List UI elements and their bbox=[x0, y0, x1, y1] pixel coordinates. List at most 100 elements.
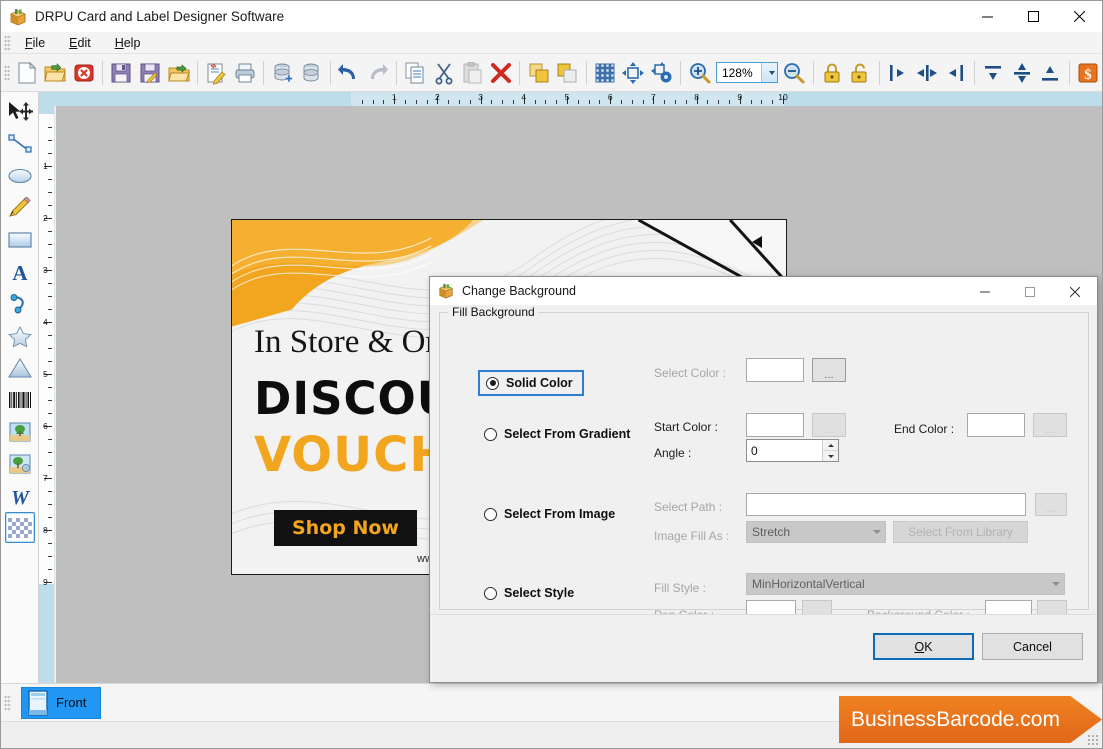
align-middle-icon[interactable] bbox=[1008, 58, 1035, 88]
align-center-horizontal-icon[interactable] bbox=[913, 58, 940, 88]
menu-edit[interactable]: Edit bbox=[57, 34, 103, 52]
ruler-minor-tick bbox=[556, 100, 558, 104]
toolbar-grip-handle[interactable] bbox=[4, 64, 11, 81]
toolbar-separator bbox=[395, 60, 397, 85]
paste-icon[interactable] bbox=[459, 58, 486, 88]
select-color-browse-button[interactable]: ... bbox=[812, 358, 846, 382]
ok-button[interactable]: OK bbox=[873, 633, 974, 660]
watermark-tool[interactable] bbox=[5, 448, 35, 479]
align-top-icon[interactable] bbox=[980, 58, 1007, 88]
ellipse-tool[interactable] bbox=[5, 160, 35, 191]
select-move-tool[interactable] bbox=[5, 96, 35, 127]
copy-icon[interactable] bbox=[402, 58, 429, 88]
zoom-level-combo[interactable]: 128% bbox=[715, 62, 778, 83]
start-color-swatch[interactable] bbox=[746, 413, 804, 437]
radio-image-label: Select From Image bbox=[504, 507, 616, 521]
dialog-maximize-button[interactable] bbox=[1007, 277, 1052, 306]
chevron-down-icon[interactable] bbox=[760, 63, 777, 82]
window-resize-grip[interactable] bbox=[1087, 734, 1099, 746]
print-icon[interactable] bbox=[232, 58, 259, 88]
radio-select-from-image[interactable]: Select From Image bbox=[484, 507, 615, 521]
card-shop-now-button[interactable]: Shop Now bbox=[274, 510, 417, 546]
chevron-down-icon[interactable] bbox=[868, 530, 885, 534]
cut-scissors-icon[interactable] bbox=[430, 58, 457, 88]
menu-file[interactable]: File bbox=[13, 34, 57, 52]
vertical-ruler[interactable]: 1 2 3 4 5 6 7 8 9 bbox=[39, 106, 55, 683]
radio-select-from-gradient[interactable]: Select From Gradient bbox=[484, 427, 630, 441]
bring-to-front-icon[interactable] bbox=[525, 58, 552, 88]
database-icon[interactable] bbox=[298, 58, 325, 88]
save-as-icon[interactable] bbox=[137, 58, 164, 88]
rectangle-tool[interactable] bbox=[5, 224, 35, 255]
text-tool[interactable]: A bbox=[5, 256, 35, 287]
redo-icon[interactable] bbox=[364, 58, 391, 88]
angle-spinner[interactable]: 0 bbox=[746, 439, 839, 462]
maximize-button[interactable] bbox=[1010, 1, 1056, 32]
minimize-button[interactable] bbox=[964, 1, 1010, 32]
image-fill-as-combo[interactable]: Stretch bbox=[746, 521, 886, 543]
delete-x-icon[interactable] bbox=[488, 58, 515, 88]
currency-icon[interactable]: $ bbox=[1074, 58, 1101, 88]
zoom-out-icon[interactable] bbox=[781, 58, 808, 88]
move-object-icon[interactable] bbox=[620, 58, 647, 88]
image-tool[interactable] bbox=[5, 416, 35, 447]
save-icon[interactable] bbox=[108, 58, 135, 88]
align-right-icon[interactable] bbox=[942, 58, 969, 88]
fill-style-combo[interactable]: MinHorizontalVertical bbox=[746, 573, 1065, 595]
radio-select-style[interactable]: Select Style bbox=[484, 586, 574, 600]
grid-icon[interactable] bbox=[591, 58, 618, 88]
dialog-minimize-button[interactable] bbox=[962, 277, 1007, 306]
dialog-title: Change Background bbox=[462, 284, 576, 298]
ruler-minor-tick bbox=[48, 244, 52, 245]
open-folder-icon[interactable] bbox=[42, 58, 69, 88]
object-settings-icon[interactable] bbox=[649, 58, 676, 88]
select-from-library-button[interactable]: Select From Library bbox=[893, 521, 1028, 543]
send-to-back-icon[interactable] bbox=[554, 58, 581, 88]
barcode-tool[interactable] bbox=[5, 384, 35, 415]
card-page-icon bbox=[27, 689, 49, 716]
pagebar-grip-handle[interactable] bbox=[4, 694, 11, 711]
end-color-browse-button[interactable]: ... bbox=[1033, 413, 1067, 437]
ruler-minor-tick bbox=[48, 296, 52, 297]
end-color-label: End Color : bbox=[894, 422, 955, 436]
pencil-tool[interactable] bbox=[5, 192, 35, 223]
cancel-button[interactable]: Cancel bbox=[982, 633, 1083, 660]
dialog-close-button[interactable] bbox=[1052, 277, 1097, 306]
edit-document-icon[interactable] bbox=[203, 58, 230, 88]
undo-icon[interactable] bbox=[335, 58, 362, 88]
star-tool[interactable] bbox=[5, 320, 35, 351]
end-color-swatch[interactable] bbox=[967, 413, 1025, 437]
database-add-icon[interactable] bbox=[269, 58, 296, 88]
zoom-in-icon[interactable] bbox=[686, 58, 713, 88]
align-bottom-icon[interactable] bbox=[1037, 58, 1064, 88]
page-tab-front[interactable]: Front bbox=[21, 686, 102, 719]
wordart-tool[interactable]: W bbox=[5, 480, 35, 511]
new-document-icon[interactable] bbox=[13, 58, 40, 88]
chevron-down-icon[interactable] bbox=[1047, 582, 1064, 586]
angle-spinner-down[interactable] bbox=[823, 451, 838, 461]
select-color-swatch[interactable] bbox=[746, 358, 804, 382]
select-path-browse-button[interactable]: ... bbox=[1035, 493, 1067, 516]
line-tool[interactable] bbox=[5, 128, 35, 159]
export-folder-icon[interactable] bbox=[165, 58, 192, 88]
angle-spinner-up[interactable] bbox=[823, 440, 838, 451]
start-color-browse-button[interactable]: ... bbox=[812, 413, 846, 437]
angle-spinner-arrows[interactable] bbox=[822, 440, 838, 461]
unlock-icon[interactable] bbox=[847, 58, 874, 88]
toolbar-separator bbox=[102, 60, 104, 85]
ruler-label: 8 bbox=[43, 525, 48, 535]
background-tool[interactable] bbox=[4, 512, 35, 543]
triangle-tool[interactable] bbox=[5, 352, 35, 383]
close-button[interactable] bbox=[1056, 1, 1102, 32]
ruler-minor-tick bbox=[48, 127, 52, 128]
lock-icon[interactable] bbox=[818, 58, 845, 88]
align-left-icon[interactable] bbox=[885, 58, 912, 88]
horizontal-ruler[interactable]: 1 2 3 4 5 6 7 8 9 10 bbox=[39, 92, 1102, 106]
ruler-minor-tick bbox=[599, 100, 601, 104]
menu-grip-handle[interactable] bbox=[4, 34, 11, 51]
radio-solid-color[interactable]: Solid Color bbox=[478, 370, 584, 396]
close-document-icon[interactable] bbox=[71, 58, 98, 88]
menu-help[interactable]: Help bbox=[103, 34, 153, 52]
select-path-input[interactable] bbox=[746, 493, 1026, 516]
arc-tool[interactable] bbox=[5, 288, 35, 319]
